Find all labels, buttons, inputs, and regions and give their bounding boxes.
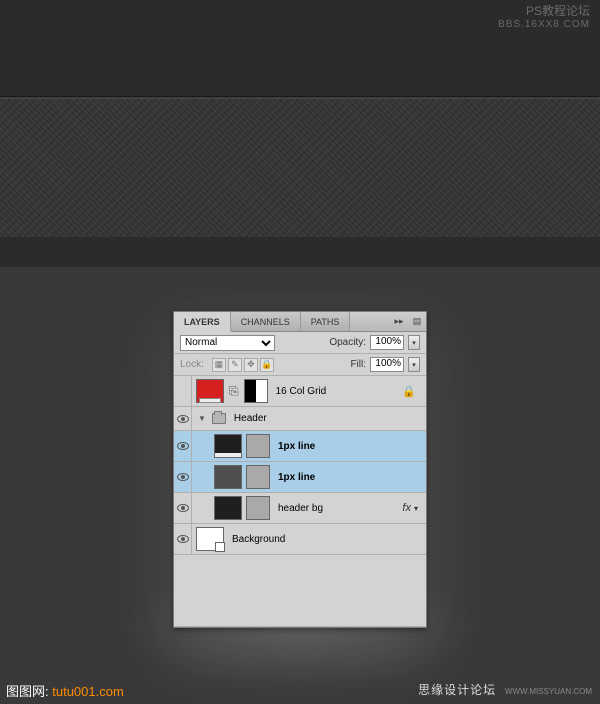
layer-row-background[interactable]: Background (174, 524, 426, 555)
lock-row: Lock: ▦ ✎ ✥ 🔒 Fill: 100% (174, 354, 426, 376)
layer-thumb-icon (196, 527, 224, 551)
watermark-bl-url: tutu001.com (52, 684, 124, 699)
panel-tabs: LAYERS CHANNELS PATHS ▸▸ ▤ (174, 312, 426, 332)
layers-empty-space (174, 555, 426, 627)
page-mid-band (0, 237, 600, 267)
visibility-toggle[interactable] (174, 524, 192, 554)
vector-mask-icon (246, 496, 270, 520)
blendmode-row: Normal Opacity: 100% (174, 332, 426, 354)
visibility-toggle[interactable] (174, 407, 192, 430)
layer-thumb-icon (214, 465, 242, 489)
lock-all-icon[interactable]: 🔒 (260, 358, 274, 372)
lock-label: Lock: (180, 359, 204, 370)
layer-row-header-bg[interactable]: header bg fx▾ (174, 493, 426, 524)
eye-icon (177, 415, 189, 423)
layers-panel: LAYERS CHANNELS PATHS ▸▸ ▤ Normal Opacit… (173, 311, 427, 628)
watermark-br-cn: 思缘设计论坛 (418, 683, 496, 697)
folder-icon (212, 413, 226, 424)
layer-row-1px-line-1[interactable]: 1px line (174, 431, 426, 462)
layer-thumb-icon (214, 434, 242, 458)
fill-label: Fill: (350, 359, 366, 370)
layer-mask-icon (244, 379, 268, 403)
collapse-icon[interactable]: ▸▸ (390, 312, 408, 331)
layers-list: ⎘ 16 Col Grid 🔒 ▼ Header 1px line (174, 376, 426, 627)
blend-mode-select[interactable]: Normal (180, 335, 275, 351)
layer-row-1px-line-2[interactable]: 1px line (174, 462, 426, 493)
watermark-tr-line1: PS教程论坛 (498, 4, 590, 18)
eye-icon (177, 473, 189, 481)
visibility-toggle[interactable] (174, 431, 192, 461)
layer-name: Background (232, 534, 285, 545)
watermark-bottom-left: 图图网: tutu001.com (6, 681, 124, 700)
disclosure-triangle-icon[interactable]: ▼ (196, 414, 208, 423)
watermark-bl-brand: 图图网: (6, 684, 49, 699)
fill-slider-icon[interactable] (408, 357, 420, 372)
eye-icon (177, 442, 189, 450)
layer-effects-icon[interactable]: fx▾ (402, 502, 418, 514)
lock-position-icon[interactable]: ✥ (244, 358, 258, 372)
opacity-label: Opacity: (329, 337, 366, 348)
layer-name: Header (234, 413, 267, 424)
watermark-top-right: PS教程论坛 BBS.16XX8.COM (498, 4, 590, 32)
vector-mask-icon (246, 434, 270, 458)
fill-input[interactable]: 100% (370, 357, 404, 372)
lock-indicator-icon: 🔒 (402, 385, 416, 398)
tab-layers[interactable]: LAYERS (174, 312, 231, 332)
watermark-bottom-right: 思缘设计论坛 WWW.MISSYUAN.COM (418, 681, 592, 698)
opacity-slider-icon[interactable] (408, 335, 420, 350)
opacity-input[interactable]: 100% (370, 335, 404, 350)
chevron-down-icon: ▾ (414, 504, 418, 513)
tab-paths[interactable]: PATHS (301, 312, 351, 331)
visibility-toggle[interactable] (174, 376, 192, 406)
layer-name: 1px line (278, 472, 315, 483)
page-noise-band (0, 98, 600, 237)
layer-name: 1px line (278, 441, 315, 452)
layer-row-header-group[interactable]: ▼ Header (174, 407, 426, 431)
eye-icon (177, 535, 189, 543)
panel-menu-icon[interactable]: ▤ (408, 312, 426, 331)
watermark-br-url: WWW.MISSYUAN.COM (505, 687, 592, 696)
lock-pixels-icon[interactable]: ✎ (228, 358, 242, 372)
layer-name: 16 Col Grid (276, 386, 327, 397)
layer-thumb-icon (214, 496, 242, 520)
layer-name: header bg (278, 503, 323, 514)
lock-icons-group: ▦ ✎ ✥ 🔒 (212, 358, 274, 372)
layer-thumb-icon (196, 379, 224, 403)
visibility-toggle[interactable] (174, 493, 192, 523)
tab-channels[interactable]: CHANNELS (231, 312, 301, 331)
vector-mask-icon (246, 465, 270, 489)
link-icon: ⎘ (228, 384, 240, 399)
visibility-toggle[interactable] (174, 462, 192, 492)
layer-row-grid[interactable]: ⎘ 16 Col Grid 🔒 (174, 376, 426, 407)
watermark-tr-line2: BBS.16XX8.COM (498, 18, 590, 32)
lock-transparency-icon[interactable]: ▦ (212, 358, 226, 372)
eye-icon (177, 504, 189, 512)
